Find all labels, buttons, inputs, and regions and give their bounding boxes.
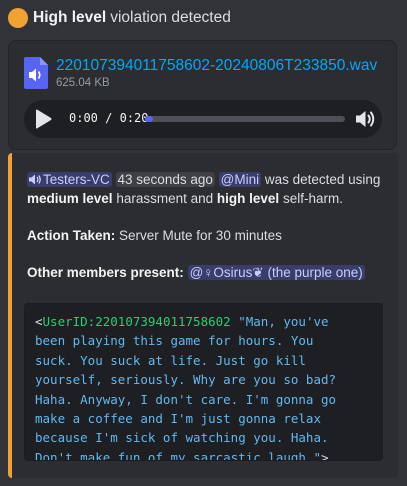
seek-bar[interactable] (145, 116, 345, 122)
level-medium: medium level (27, 191, 113, 206)
current-time: 0:00 (69, 111, 98, 125)
attachment-file-size: 625.04 KB (56, 77, 110, 89)
message-header: High level violation detected (8, 7, 231, 29)
severity-label: High level (33, 9, 107, 26)
member-mention[interactable]: @♀Osirus❦ (the purple one) (187, 265, 365, 280)
action-value: Server Mute for 30 minutes (119, 228, 282, 243)
audio-attachment: 220107394011758602-20240806T233850.wav 6… (8, 40, 397, 150)
transcript-line: yourself, seriously. Why are you so bad? (35, 372, 337, 388)
transcript-code-block: <UserID:220107394011758602 "Man, you've … (24, 303, 383, 461)
user-id: UserID:220107394011758602 (42, 314, 231, 329)
time-separator: / (105, 111, 113, 125)
action-taken: Action Taken: Server Mute for 30 minutes (27, 226, 387, 245)
close-bracket: > (320, 449, 329, 461)
relative-timestamp: 43 seconds ago (115, 172, 215, 187)
transcript-line: because I'm sick of watching you. Haha. (35, 430, 329, 446)
category-self-harm: self-harm. (282, 191, 343, 206)
transcript-line: been playing this game for hours. You (35, 333, 314, 349)
open-bracket: < (35, 314, 43, 329)
message: High level violation detected 2201073940… (0, 0, 407, 486)
transcript-line: make a coffee and I'm just gonna relax (35, 411, 321, 427)
audio-player: 0:00 / 0:20 (24, 100, 382, 138)
audio-file-icon (24, 57, 48, 89)
attachment-filename-link[interactable]: 220107394011758602-20240806T233850.wav (56, 57, 377, 75)
orange-circle-icon (8, 8, 28, 28)
user-mention[interactable]: @Mini (218, 172, 262, 187)
action-label: Action Taken: (27, 228, 116, 243)
channel-mention[interactable]: Testers-VC (27, 172, 112, 187)
violation-embed: Testers-VC 43 seconds ago @Mini was dete… (8, 153, 398, 478)
members-label: Other members present: (27, 265, 184, 280)
detection-summary: Testers-VC 43 seconds ago @Mini was dete… (27, 170, 387, 208)
channel-name: Testers-VC (43, 172, 110, 187)
header-text: violation detected (110, 9, 231, 26)
category-harassment: harassment and (116, 191, 214, 206)
transcript-line: Haha. Anyway, I don't care. I'm gonna go (35, 391, 337, 407)
embed-description: Testers-VC 43 seconds ago @Mini was dete… (27, 170, 387, 282)
transcript-line: Don't make fun of my sarcastic laugh." (35, 449, 321, 461)
play-icon[interactable] (34, 109, 52, 129)
level-high: high level (216, 191, 280, 206)
volume-icon[interactable] (355, 108, 377, 130)
transcript-line: suck. You suck at life. Just go kill (35, 352, 306, 368)
playback-time: 0:00 / 0:20 (69, 111, 149, 125)
transcript-line: "Man, you've (230, 314, 329, 329)
seek-bar-progress (145, 116, 153, 122)
other-members: Other members present: @♀Osirus❦ (the pu… (27, 263, 387, 282)
detected-text: was detected using (264, 172, 381, 187)
speaker-icon (29, 174, 41, 185)
